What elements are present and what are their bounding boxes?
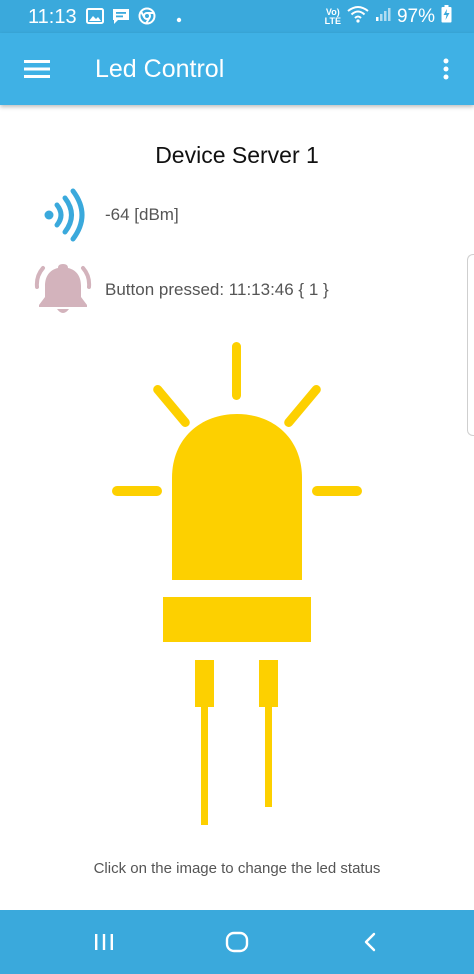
status-time: 11:13 [28, 6, 77, 28]
signal-strength-text: -64 [dBm] [105, 205, 179, 224]
battery-text: 97% [396, 6, 435, 27]
screen: 11:13 Vo) LTE 97% Led Control Device Ser… [0, 0, 474, 974]
home-icon [225, 931, 249, 953]
chat-icon [112, 8, 130, 30]
home-button[interactable] [217, 926, 257, 958]
navigation-bar [0, 910, 474, 974]
recents-icon [95, 934, 113, 950]
app-title: Led Control [95, 55, 225, 83]
image-icon [86, 8, 104, 29]
back-icon [364, 932, 376, 952]
wifi-icon [347, 5, 369, 29]
wireless-signal-icon [40, 185, 90, 250]
led-bulb-icon [112, 342, 362, 825]
bell-icon [34, 260, 92, 323]
button-pressed-row: Button pressed: 11:13:46 { 1 } [34, 260, 454, 320]
system-icons: Vo) LTE 97% [325, 5, 452, 29]
back-button[interactable] [350, 926, 390, 958]
recents-button[interactable] [84, 926, 124, 958]
chrome-icon [138, 7, 156, 30]
hint-text: Click on the image to change the led sta… [93, 860, 381, 877]
more-vert-icon [443, 58, 449, 80]
led-toggle-image[interactable] [105, 338, 369, 835]
dot-icon [176, 10, 182, 28]
signal-bars-icon [375, 6, 391, 28]
button-pressed-text: Button pressed: 11:13:46 { 1 } [105, 280, 329, 299]
battery-charging-icon [441, 5, 452, 29]
menu-button[interactable] [18, 51, 56, 87]
overflow-menu-button[interactable] [434, 53, 458, 85]
device-title: Device Server 1 [155, 142, 319, 168]
status-bar: 11:13 Vo) LTE 97% [0, 0, 474, 33]
edge-panel-handle[interactable] [467, 254, 474, 436]
hamburger-menu-icon [24, 60, 50, 78]
notification-icons [86, 7, 182, 30]
app-bar: Led Control [0, 33, 474, 105]
signal-row: -64 [dBm] [40, 185, 440, 245]
volte-indicator: Vo) LTE [324, 7, 341, 26]
